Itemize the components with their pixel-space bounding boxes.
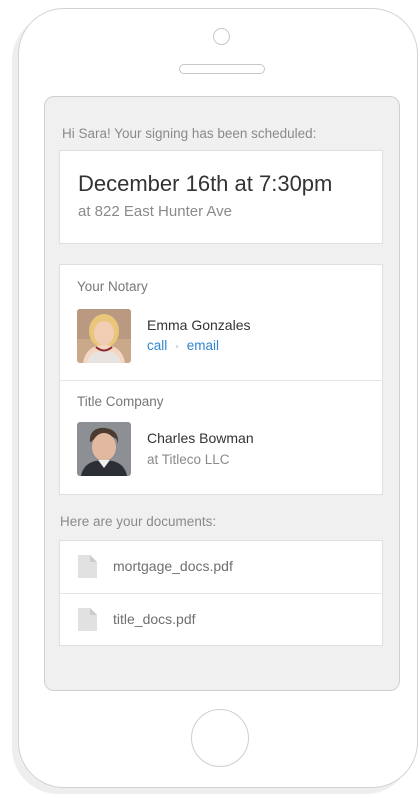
camera-icon — [213, 28, 230, 45]
appointment-datetime: December 16th at 7:30pm — [78, 171, 333, 196]
document-icon — [78, 608, 97, 631]
greeting-text: Hi Sara! Your signing has been scheduled… — [62, 126, 317, 141]
title-company-section-title: Title Company — [77, 394, 164, 409]
separator-dot: • — [175, 342, 179, 353]
notary-name: Emma Gonzales — [147, 317, 251, 333]
title-company-contact-name: Charles Bowman — [147, 430, 254, 446]
documents-list: mortgage_docs.pdf title_docs.pdf — [59, 540, 383, 646]
speaker-grille — [179, 64, 265, 74]
notary-contact-links: call • email — [147, 338, 219, 353]
documents-heading: Here are your documents: — [60, 514, 217, 529]
appointment-address: at 822 East Hunter Ave — [78, 203, 232, 220]
document-item-title[interactable]: title_docs.pdf — [60, 594, 382, 646]
notary-avatar — [77, 309, 131, 363]
document-name: mortgage_docs.pdf — [113, 558, 233, 574]
home-button[interactable] — [191, 709, 249, 767]
title-company-avatar — [77, 422, 131, 476]
document-item-mortgage[interactable]: mortgage_docs.pdf — [60, 541, 382, 594]
document-icon — [78, 555, 97, 578]
notary-section-title: Your Notary — [77, 279, 148, 294]
document-name: title_docs.pdf — [113, 611, 196, 627]
email-link[interactable]: email — [187, 338, 219, 353]
section-divider — [60, 380, 382, 381]
contacts-card: Your Notary Emma Gonzales call • email Tit… — [59, 264, 383, 495]
title-company-name: at Titleco LLC — [147, 452, 230, 467]
appointment-card: December 16th at 7:30pm at 822 East Hunt… — [59, 150, 383, 244]
call-link[interactable]: call — [147, 338, 167, 353]
